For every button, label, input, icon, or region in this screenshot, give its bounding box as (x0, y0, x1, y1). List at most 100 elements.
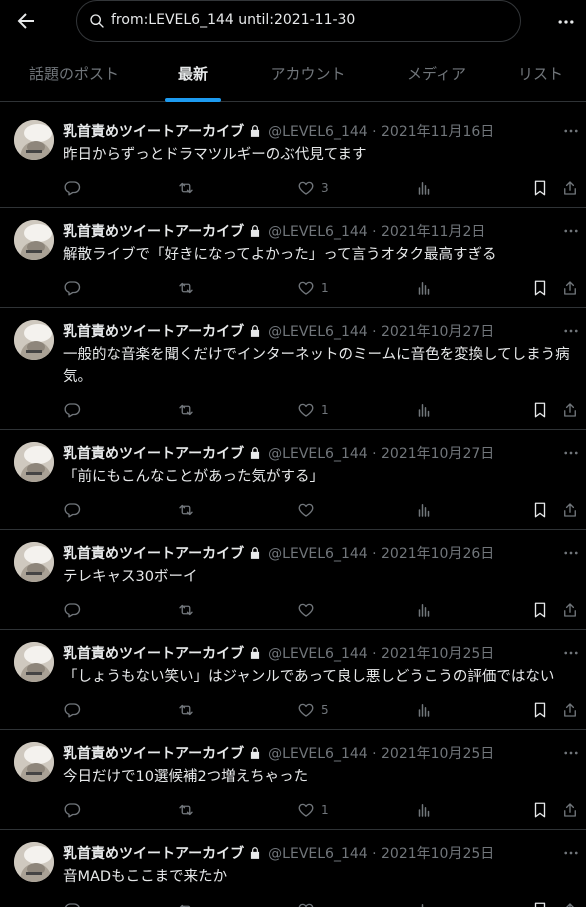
more-dots-icon[interactable] (562, 746, 580, 760)
tweet-meta[interactable]: @LEVEL6_144 · 2021年11月16日 (268, 121, 494, 141)
tweet[interactable]: 乳首責めツイートアーカイブ @LEVEL6_144 · 2021年10月27日 … (0, 308, 586, 430)
tweet-meta[interactable]: @LEVEL6_144 · 2021年10月26日 (268, 543, 494, 563)
reply-button[interactable] (63, 600, 81, 620)
author-name[interactable]: 乳首責めツイートアーカイブ (63, 121, 244, 141)
arrow-left-icon[interactable] (14, 9, 38, 33)
views-button[interactable] (415, 700, 433, 720)
reply-button[interactable] (63, 278, 81, 298)
avatar[interactable] (14, 542, 54, 582)
tweet[interactable]: 乳首責めツイートアーカイブ @LEVEL6_144 · 2021年10月27日 … (0, 430, 586, 530)
more-dots-icon[interactable] (562, 846, 580, 860)
reply-button[interactable] (63, 500, 81, 520)
share-button[interactable] (561, 278, 579, 298)
reply-button[interactable] (63, 400, 81, 420)
tweet-actions: 5 (63, 700, 583, 720)
tweet[interactable]: 乳首責めツイートアーカイブ @LEVEL6_144 · 2021年11月16日 … (0, 108, 586, 208)
retweet-button[interactable] (177, 178, 195, 198)
retweet-button[interactable] (177, 400, 195, 420)
like-button[interactable]: 1 (297, 278, 329, 298)
more-dots-icon[interactable] (562, 546, 580, 560)
reply-button[interactable] (63, 800, 81, 820)
tab-latest[interactable]: 最新 (148, 44, 238, 102)
tweet-meta[interactable]: @LEVEL6_144 · 2021年10月25日 (268, 843, 494, 863)
share-button[interactable] (561, 700, 579, 720)
views-button[interactable] (415, 800, 433, 820)
views-button[interactable] (415, 600, 433, 620)
author-name[interactable]: 乳首責めツイートアーカイブ (63, 443, 244, 463)
avatar[interactable] (14, 320, 54, 360)
tweet-meta[interactable]: @LEVEL6_144 · 2021年10月25日 (268, 643, 494, 663)
like-button[interactable]: 1 (297, 800, 329, 820)
author-name[interactable]: 乳首責めツイートアーカイブ (63, 643, 244, 663)
bookmark-button[interactable] (531, 700, 549, 720)
tweet-meta[interactable]: @LEVEL6_144 · 2021年10月25日 (268, 743, 494, 763)
like-button[interactable]: 3 (297, 178, 329, 198)
share-button[interactable] (561, 800, 579, 820)
more-dots-icon[interactable] (562, 646, 580, 660)
retweet-button[interactable] (177, 500, 195, 520)
tab-accounts[interactable]: アカウント (238, 44, 378, 102)
more-dots-icon[interactable] (562, 224, 580, 238)
avatar[interactable] (14, 742, 54, 782)
like-button[interactable] (297, 900, 321, 907)
more-dots-icon[interactable] (556, 12, 576, 32)
bookmark-button[interactable] (531, 278, 549, 298)
like-button[interactable] (297, 600, 321, 620)
avatar[interactable] (14, 120, 54, 160)
reply-button[interactable] (63, 900, 81, 907)
bookmark-button[interactable] (531, 178, 549, 198)
views-button[interactable] (415, 178, 433, 198)
avatar[interactable] (14, 842, 54, 882)
bookmark-button[interactable] (531, 400, 549, 420)
tweet-meta[interactable]: @LEVEL6_144 · 2021年10月27日 (268, 321, 494, 341)
views-button[interactable] (415, 400, 433, 420)
tweet[interactable]: 乳首責めツイートアーカイブ @LEVEL6_144 · 2021年11月2日 解… (0, 208, 586, 308)
retweet-button[interactable] (177, 278, 195, 298)
tweet[interactable]: 乳首責めツイートアーカイブ @LEVEL6_144 · 2021年10月25日 … (0, 630, 586, 730)
like-button[interactable]: 1 (297, 400, 329, 420)
more-dots-icon[interactable] (562, 324, 580, 338)
share-button[interactable] (561, 600, 579, 620)
search-input[interactable]: from:LEVEL6_144 until:2021-11-30 (76, 0, 521, 42)
share-button[interactable] (561, 400, 579, 420)
bookmark-button[interactable] (531, 500, 549, 520)
like-button[interactable]: 5 (297, 700, 329, 720)
bookmark-button[interactable] (531, 600, 549, 620)
avatar[interactable] (14, 220, 54, 260)
tweet[interactable]: 乳首責めツイートアーカイブ @LEVEL6_144 · 2021年10月25日 … (0, 730, 586, 830)
share-button[interactable] (561, 900, 579, 907)
share-button[interactable] (561, 500, 579, 520)
bookmark-button[interactable] (531, 900, 549, 907)
retweet-button[interactable] (177, 900, 195, 907)
tweet-meta[interactable]: @LEVEL6_144 · 2021年11月2日 (268, 221, 485, 241)
author-name[interactable]: 乳首責めツイートアーカイブ (63, 321, 244, 341)
tweet[interactable]: 乳首責めツイートアーカイブ @LEVEL6_144 · 2021年10月26日 … (0, 530, 586, 630)
views-button[interactable] (415, 500, 433, 520)
retweet-button[interactable] (177, 600, 195, 620)
reply-button[interactable] (63, 178, 81, 198)
tab-top-posts[interactable]: 話題のポスト (0, 44, 148, 102)
views-button[interactable] (415, 900, 433, 907)
top-bar: from:LEVEL6_144 until:2021-11-30 (0, 0, 586, 44)
retweet-icon (179, 504, 193, 516)
more-dots-icon[interactable] (562, 124, 580, 138)
author-name[interactable]: 乳首責めツイートアーカイブ (63, 543, 244, 563)
views-button[interactable] (415, 278, 433, 298)
retweet-button[interactable] (177, 800, 195, 820)
avatar[interactable] (14, 442, 54, 482)
more-dots-icon[interactable] (562, 446, 580, 460)
author-name[interactable]: 乳首責めツイートアーカイブ (63, 221, 244, 241)
tweet-meta[interactable]: @LEVEL6_144 · 2021年10月27日 (268, 443, 494, 463)
tweet-header: 乳首責めツイートアーカイブ @LEVEL6_144 · 2021年10月27日 (63, 321, 494, 341)
share-button[interactable] (561, 178, 579, 198)
tab-media[interactable]: メディア (378, 44, 495, 102)
tweet[interactable]: 乳首責めツイートアーカイブ @LEVEL6_144 · 2021年10月25日 … (0, 830, 586, 907)
like-button[interactable] (297, 500, 321, 520)
bookmark-button[interactable] (531, 800, 549, 820)
author-name[interactable]: 乳首責めツイートアーカイブ (63, 743, 244, 763)
reply-button[interactable] (63, 700, 81, 720)
tab-lists[interactable]: リスト (495, 44, 586, 102)
avatar[interactable] (14, 642, 54, 682)
retweet-button[interactable] (177, 700, 195, 720)
author-name[interactable]: 乳首責めツイートアーカイブ (63, 843, 244, 863)
